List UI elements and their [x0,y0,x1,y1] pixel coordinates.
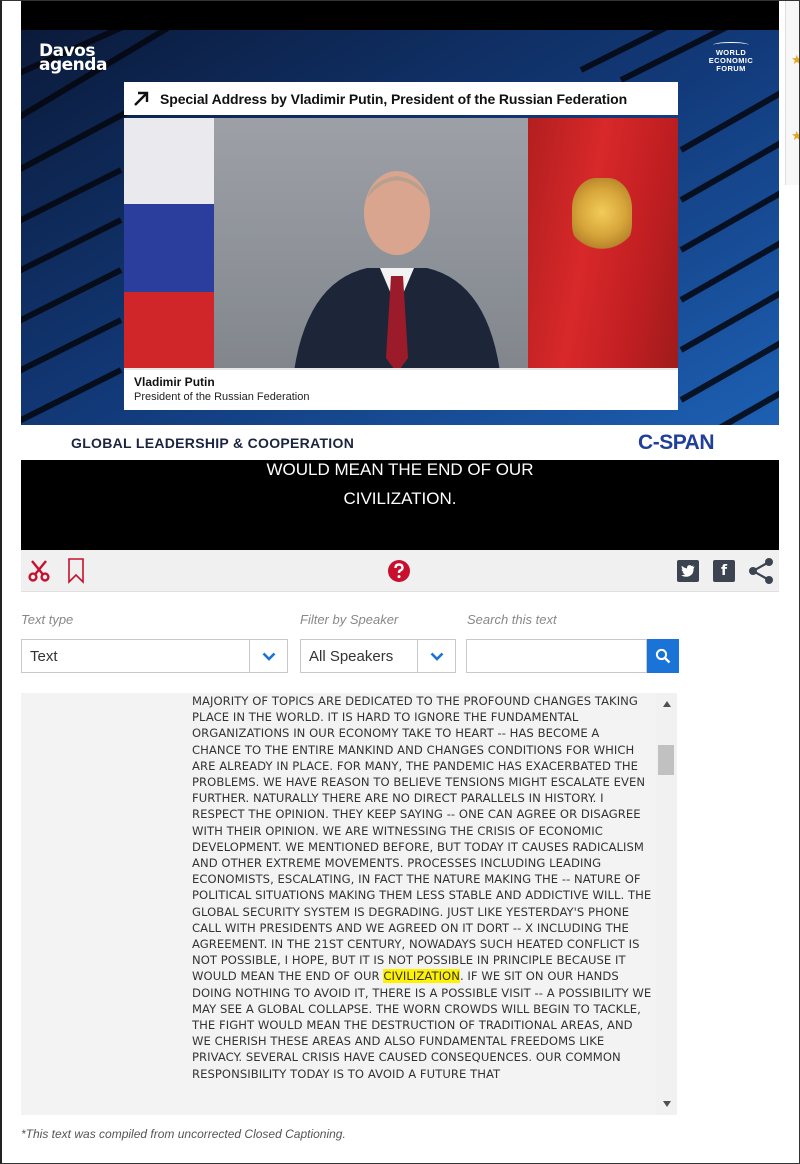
star-icon: ★ [791,128,800,143]
search-input[interactable] [466,639,647,673]
scroll-up-arrow-icon[interactable] [656,695,677,713]
speaker-nameplate: Vladimir Putin President of the Russian … [124,370,678,410]
share-icon[interactable] [747,557,775,585]
chevron-down-icon[interactable] [249,640,287,672]
transcript-panel: MAJORITY OF TOPICS ARE DEDICATED TO THE … [21,693,677,1115]
session-title: Special Address by Vladimir Putin, Presi… [160,90,628,107]
speaker-filter-select[interactable]: All Speakers [300,639,456,673]
transcript-scrollbar[interactable] [656,693,677,1115]
twitter-icon[interactable] [677,560,699,582]
video-toolbar: f [21,550,779,592]
video-player[interactable]: Davos agenda WORLD ECONOMIC FORUM Specia… [21,0,779,550]
question-circle-icon[interactable] [387,559,411,583]
session-title-bar: Special Address by Vladimir Putin, Presi… [124,82,678,115]
search-label: Search this text [467,612,557,627]
filter-speaker-label: Filter by Speaker [300,612,399,627]
russian-flag [124,118,214,378]
search-highlight: CIVILIZATION [383,969,460,984]
chevron-down-icon[interactable] [417,640,455,672]
facebook-icon[interactable]: f [713,560,735,582]
bookmark-icon[interactable] [67,558,85,584]
search-button[interactable] [647,639,679,673]
transcript-text: MAJORITY OF TOPICS ARE DEDICATED TO THE … [192,694,652,1081]
program-topic: GLOBAL LEADERSHIP & COOPERATION [71,434,355,451]
closed-caption: WOULD MEAN THE END OF OUR CIVILIZATION. [264,460,536,508]
text-type-label: Text type [21,612,74,627]
arrow-up-right-icon [132,90,150,108]
scroll-down-arrow-icon[interactable] [656,1095,677,1113]
cspan-logo: C-SPAN [638,430,714,454]
scrollbar-thumb[interactable] [658,745,674,775]
speaker-title: President of the Russian Federation [134,391,310,403]
text-type-value: Text [30,647,58,665]
closed-caption-disclaimer: *This text was compiled from uncorrected… [21,1127,346,1141]
star-icon: ★ [791,52,800,67]
speaker-figure [292,171,502,388]
speaker-video-feed [124,118,678,410]
side-panel-peek: ★ ★ [785,0,800,185]
presidential-standard [528,118,678,378]
search-icon [655,648,671,664]
davos-agenda-logo: Davos agenda [39,41,107,75]
speaker-filter-value: All Speakers [309,647,394,665]
video-frame: Davos agenda WORLD ECONOMIC FORUM Specia… [21,30,779,460]
speaker-name: Vladimir Putin [134,375,215,389]
text-type-select[interactable]: Text [21,639,288,673]
world-economic-forum-logo: WORLD ECONOMIC FORUM [699,42,763,73]
scissors-icon[interactable] [27,559,51,583]
